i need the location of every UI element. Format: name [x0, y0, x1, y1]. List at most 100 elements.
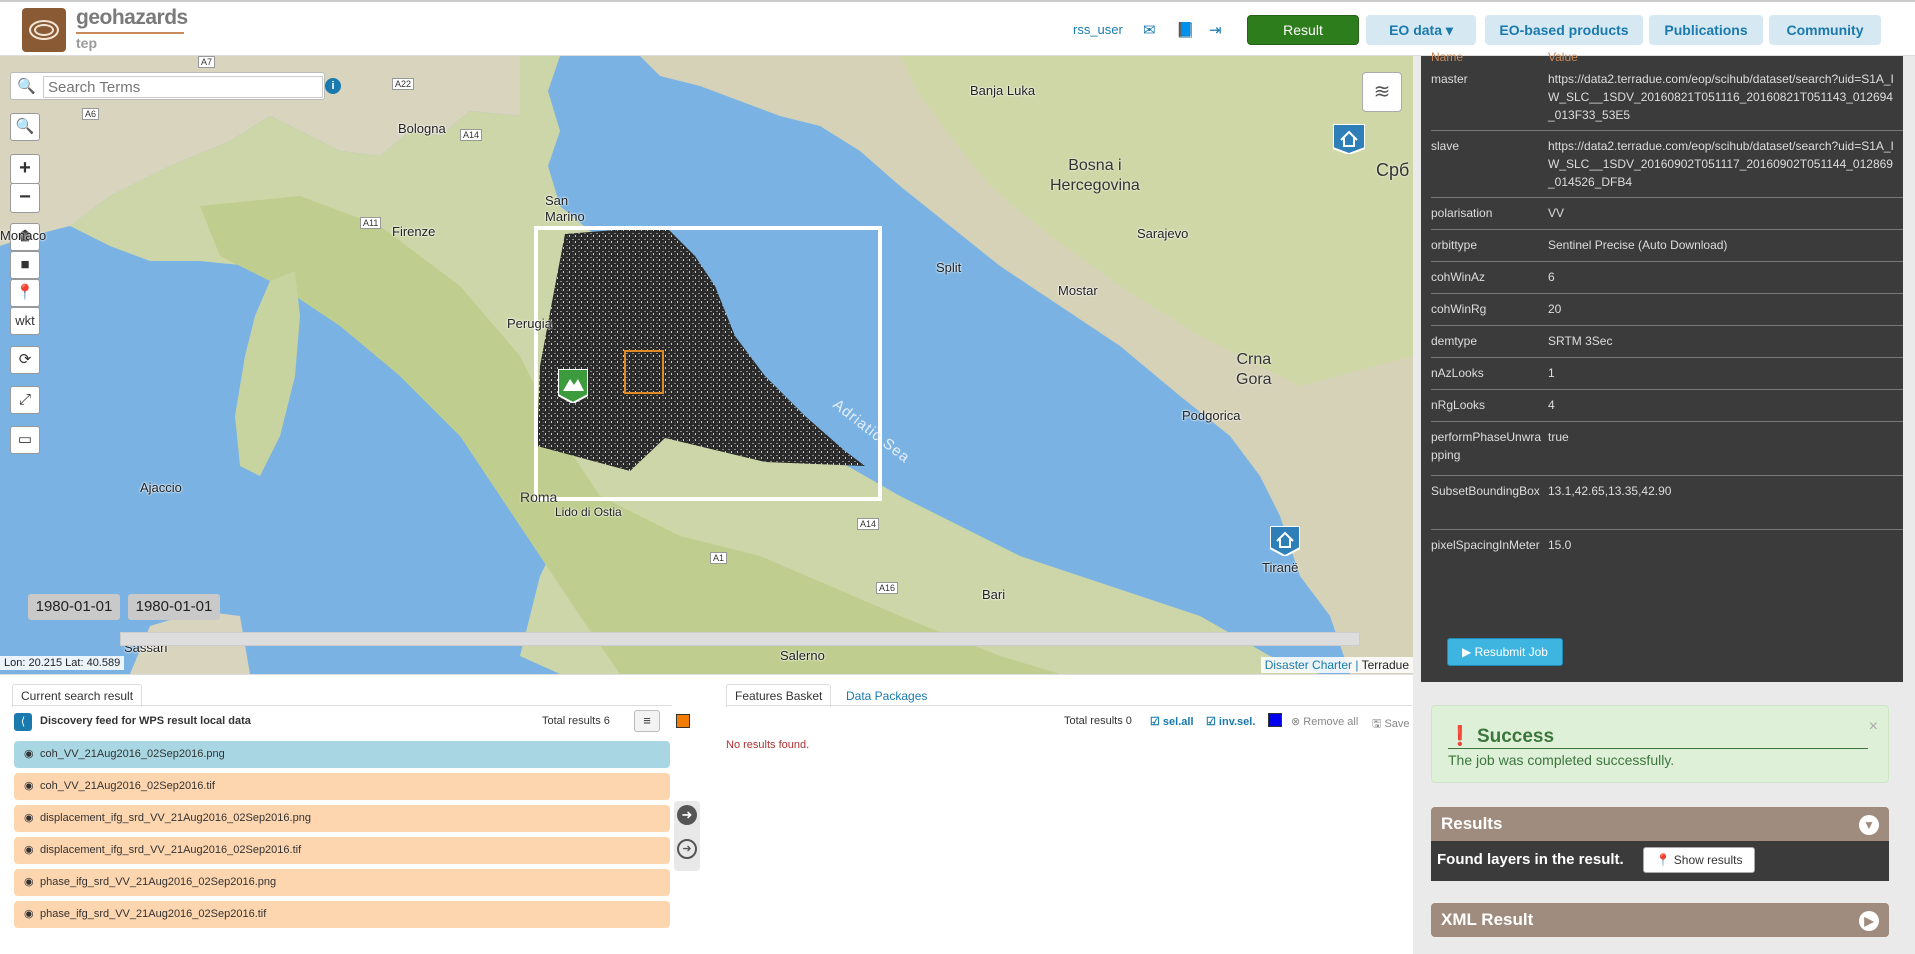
map-attribution: Disaster Charter | Terradue	[1260, 657, 1413, 673]
road-shield: A16	[876, 582, 899, 594]
table-row: nRgLooks 4	[1431, 390, 1903, 422]
marker-icon[interactable]: 📍	[10, 279, 40, 307]
road-shield: A1	[710, 552, 728, 564]
success-alert: ❗ Success The job was completed successf…	[1431, 705, 1889, 783]
remove-all-button[interactable]: ⊗ Remove all	[1291, 715, 1358, 728]
divider	[1448, 748, 1868, 749]
table-row: slave https://data2.terradue.com/eop/scih…	[1431, 131, 1903, 198]
search-icon[interactable]: 🔍	[10, 113, 40, 141]
map-label: Tiranë	[1262, 560, 1299, 575]
book-icon[interactable]: 📘	[1176, 21, 1195, 39]
chevron-right-icon[interactable]: ▶	[1859, 911, 1879, 931]
table-row: master https://data2.terradue.com/eop/sci…	[1431, 64, 1903, 131]
save-button[interactable]: 🖫 Save	[1372, 715, 1410, 734]
top-navbar: geohazards tep rss_user ✉ 📘 ⇥ Result EO …	[0, 0, 1915, 56]
wkt-button[interactable]: wkt	[10, 307, 40, 335]
map-label: Ajaccio	[140, 480, 182, 495]
user-link[interactable]: rss_user	[1073, 22, 1123, 37]
success-title: ❗ Success	[1448, 726, 1555, 747]
zoom-out-button[interactable]: −	[10, 183, 40, 213]
map-label: Podgorica	[1182, 408, 1241, 423]
map-label: Salerno	[780, 648, 825, 663]
column-header-value: Value	[1548, 50, 1578, 64]
globe-icon: ◉	[24, 876, 34, 888]
globe-icon: ◉	[24, 844, 34, 856]
list-item[interactable]: ◉ phase_ifg_srd_VV_21Aug2016_02Sep2016.pn…	[14, 869, 670, 896]
layers-icon[interactable]: ≋	[1362, 72, 1402, 112]
mouse-coordinates: Lon: 20.215 Lat: 40.589	[0, 656, 125, 670]
results-panel: Current search result ⟨ Discovery feed f…	[0, 674, 1413, 954]
close-icon[interactable]: ×	[1869, 718, 1878, 736]
table-row: polarisation VV	[1431, 198, 1903, 230]
search-input[interactable]	[43, 76, 323, 98]
map-label: Split	[936, 260, 962, 275]
map-label: Bari	[982, 587, 1006, 602]
column-header-name: Name	[1431, 50, 1464, 64]
ruler-icon[interactable]: ▭	[10, 426, 40, 454]
zoom-in-button[interactable]: +	[10, 154, 40, 184]
chevron-down-icon[interactable]: ▼	[1859, 815, 1879, 835]
home-marker-icon[interactable]	[1270, 526, 1300, 556]
map-label: Monaco	[0, 228, 47, 243]
map-label: Roma	[520, 489, 558, 505]
map-label: Lido di Ostia	[555, 505, 622, 519]
results-accordion-body: Found layers in the result. 📍 Show resul…	[1431, 841, 1889, 881]
table-row: demtype SRTM 3Sec	[1431, 326, 1903, 358]
color-swatch-blue[interactable]	[1268, 713, 1282, 727]
timeline-end-date[interactable]: 1980-01-01	[128, 594, 220, 620]
timeline-slider[interactable]	[120, 632, 1360, 646]
invert-selection-button[interactable]: ☑ inv.sel.	[1206, 715, 1255, 728]
table-row: SubsetBoundingBox 13.1,42.65,13.35,42.90	[1431, 476, 1903, 530]
square-icon[interactable]: ■	[10, 251, 40, 279]
geohazards-logo-icon[interactable]	[22, 8, 66, 52]
nav-eo-data[interactable]: EO data ▾	[1366, 15, 1476, 45]
arrow-circle-right-icon[interactable]: ➜	[677, 839, 697, 859]
arrow-right-icon[interactable]: ➜	[677, 805, 697, 825]
total-results-left: Total results 6	[542, 715, 610, 727]
results-accordion-header[interactable]: Results ▼	[1431, 807, 1889, 841]
refresh-icon[interactable]: ⟳	[10, 346, 40, 374]
envelope-icon[interactable]: ✉	[1143, 21, 1156, 39]
map-search-bar: 🔍	[10, 72, 325, 100]
select-all-button[interactable]: ☑ sel.all	[1150, 715, 1194, 728]
nav-community[interactable]: Community	[1769, 15, 1881, 45]
map-label: Bologna	[398, 121, 446, 136]
map-label: San Marino	[545, 193, 585, 224]
share-icon[interactable]: ⟨	[14, 713, 32, 731]
tab-features-basket[interactable]: Features Basket	[726, 684, 832, 707]
map-label: Perugia	[507, 316, 552, 331]
list-view-icon[interactable]: ≡	[634, 710, 660, 732]
list-item[interactable]: ◉ coh_VV_21Aug2016_02Sep2016.tif	[14, 773, 670, 800]
timeline-start-date[interactable]: 1980-01-01	[28, 594, 120, 620]
result-button[interactable]: Result	[1247, 15, 1359, 45]
sign-out-icon[interactable]: ⇥	[1209, 21, 1222, 39]
road-shield: A11	[360, 217, 382, 229]
search-icon[interactable]: 🔍	[17, 77, 36, 95]
logo-title[interactable]: geohazards	[76, 6, 188, 30]
color-swatch-orange[interactable]	[676, 714, 690, 728]
subset-bounding-box	[624, 350, 664, 394]
list-item[interactable]: ◉ displacement_ifg_srd_VV_21Aug2016_02Sep…	[14, 805, 670, 832]
list-item[interactable]: ◉ displacement_ifg_srd_VV_21Aug2016_02Sep…	[14, 837, 670, 864]
road-shield: A14	[460, 129, 483, 141]
table-row: cohWinRg 20	[1431, 294, 1903, 326]
search-area-rectangle[interactable]	[534, 226, 882, 501]
tab-current-search-result[interactable]: Current search result	[12, 684, 143, 707]
map-label: Sarajevo	[1137, 226, 1189, 241]
table-row: nAzLooks 1	[1431, 358, 1903, 390]
show-results-button[interactable]: 📍 Show results	[1643, 847, 1755, 873]
info-icon[interactable]: i	[325, 78, 341, 94]
disaster-charter-link[interactable]: Disaster Charter	[1265, 658, 1352, 672]
map-view[interactable]: ≋ 🔍 i 🔍 + − ⬟ ■ 📍 wkt ⟳ ⤢ ▭ Banja Luka B…	[0, 56, 1413, 674]
xml-result-accordion-header[interactable]: XML Result ▶	[1431, 903, 1889, 937]
tab-data-packages[interactable]: Data Packages	[846, 689, 927, 703]
home-marker-icon[interactable]	[1333, 124, 1365, 154]
resubmit-job-button[interactable]: ▶ Resubmit Job	[1447, 638, 1563, 666]
mountain-marker-icon[interactable]	[558, 369, 588, 403]
map-label: Mostar	[1058, 283, 1098, 298]
list-item[interactable]: ◉ phase_ifg_srd_VV_21Aug2016_02Sep2016.ti…	[14, 901, 670, 928]
list-item[interactable]: ◉ coh_VV_21Aug2016_02Sep2016.png	[14, 741, 670, 768]
nav-eo-based-products[interactable]: EO-based products	[1485, 15, 1643, 45]
expand-icon[interactable]: ⤢	[10, 386, 40, 414]
nav-publications[interactable]: Publications	[1649, 15, 1763, 45]
